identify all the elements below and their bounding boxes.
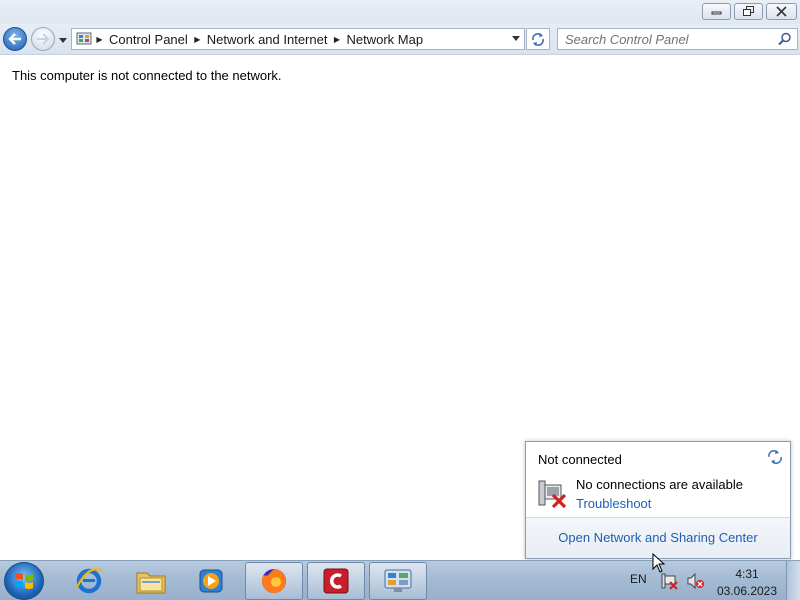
refresh-icon bbox=[532, 33, 544, 46]
minimize-icon bbox=[711, 11, 722, 14]
firefox-icon bbox=[261, 569, 286, 593]
control-panel-icon bbox=[384, 569, 412, 592]
network-disconnected-icon[interactable] bbox=[661, 572, 679, 590]
chevron-down-icon bbox=[59, 37, 67, 43]
taskbar-windows-explorer[interactable] bbox=[122, 562, 180, 600]
windows-logo-icon bbox=[15, 573, 33, 589]
recent-pages-button[interactable] bbox=[58, 35, 68, 45]
minimize-button[interactable] bbox=[702, 3, 731, 20]
status-message: This computer is not connected to the ne… bbox=[12, 68, 282, 83]
close-button[interactable] bbox=[766, 3, 797, 20]
address-dropdown-icon[interactable] bbox=[512, 36, 520, 42]
taskbar: EN 4:31 03.06.2023 bbox=[0, 560, 800, 600]
breadcrumb-separator-icon[interactable]: ▶ bbox=[191, 35, 204, 44]
breadcrumb-separator-icon[interactable]: ▶ bbox=[330, 35, 343, 44]
refresh-button[interactable] bbox=[526, 28, 550, 50]
search-input[interactable] bbox=[558, 29, 768, 49]
clock-time[interactable]: 4:31 bbox=[718, 567, 776, 581]
back-button[interactable] bbox=[3, 27, 27, 51]
forward-button[interactable] bbox=[31, 27, 55, 51]
connection-status-text: No connections are available bbox=[576, 477, 743, 492]
folder-icon bbox=[136, 572, 166, 594]
close-icon bbox=[776, 6, 787, 17]
volume-muted-icon[interactable] bbox=[686, 572, 704, 590]
taskbar-ccleaner[interactable] bbox=[307, 562, 365, 600]
flyout-title: Not connected bbox=[538, 452, 622, 467]
mouse-cursor-icon bbox=[652, 553, 666, 573]
clock-date[interactable]: 03.06.2023 bbox=[712, 584, 782, 598]
ccleaner-icon bbox=[323, 568, 349, 594]
breadcrumb-network-and-internet[interactable]: Network and Internet bbox=[204, 32, 331, 47]
open-network-sharing-center-link[interactable]: Open Network and Sharing Center bbox=[526, 530, 790, 545]
media-player-icon bbox=[199, 569, 223, 593]
search-box[interactable] bbox=[557, 28, 798, 50]
maximize-button[interactable] bbox=[734, 3, 763, 20]
start-button[interactable] bbox=[4, 562, 44, 600]
language-indicator[interactable]: EN bbox=[630, 572, 647, 586]
flyout-footer: Open Network and Sharing Center bbox=[526, 517, 790, 558]
network-disconnected-icon bbox=[538, 480, 567, 509]
refresh-icon[interactable] bbox=[767, 449, 783, 465]
internet-explorer-icon bbox=[76, 568, 103, 594]
search-icon[interactable] bbox=[778, 32, 792, 46]
title-bar bbox=[0, 0, 800, 24]
back-arrow-icon bbox=[8, 33, 21, 45]
taskbar-firefox[interactable] bbox=[245, 562, 303, 600]
taskbar-control-panel[interactable] bbox=[369, 562, 427, 600]
network-flyout: Not connected No connections are availab… bbox=[525, 441, 791, 559]
show-desktop-button[interactable] bbox=[786, 561, 800, 600]
breadcrumb-network-map[interactable]: Network Map bbox=[343, 32, 426, 47]
navigation-bar: ▶ Control Panel ▶ Network and Internet ▶… bbox=[0, 24, 800, 55]
forward-arrow-icon bbox=[37, 33, 50, 45]
troubleshoot-link[interactable]: Troubleshoot bbox=[576, 496, 651, 511]
breadcrumb-separator-icon[interactable]: ▶ bbox=[93, 35, 106, 44]
restore-icon bbox=[742, 6, 754, 16]
taskbar-media-player[interactable] bbox=[182, 562, 240, 600]
control-panel-icon bbox=[75, 30, 93, 48]
taskbar-internet-explorer[interactable] bbox=[60, 562, 118, 600]
address-bar[interactable]: ▶ Control Panel ▶ Network and Internet ▶… bbox=[71, 28, 525, 50]
breadcrumb-control-panel[interactable]: Control Panel bbox=[106, 32, 191, 47]
